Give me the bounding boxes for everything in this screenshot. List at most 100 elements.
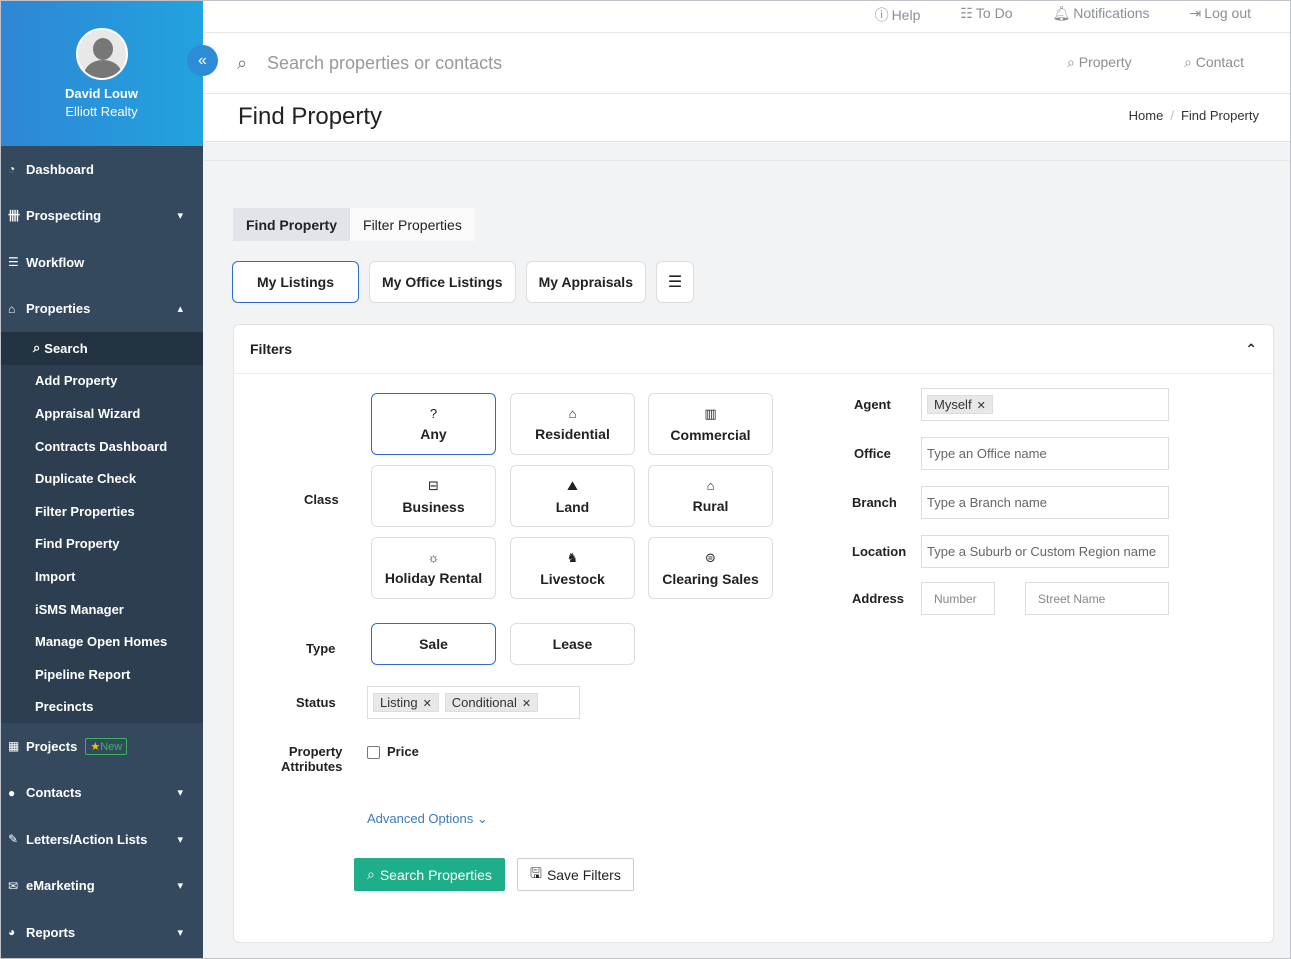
- chevron-down-icon: ▾: [177, 880, 183, 893]
- class-livestock-button[interactable]: ♞ Livestock: [510, 537, 635, 599]
- sidebar: David Louw Elliott Realty ◔ Dashboard 卌 Pr…: [0, 0, 203, 959]
- type-sale-button[interactable]: Sale: [371, 623, 496, 665]
- user-company: Elliott Realty: [65, 104, 138, 119]
- sidebar-item-dashboard[interactable]: ◔ Dashboard: [0, 146, 203, 193]
- top-bar: ⓘ Help ☷ To Do 🔔︎ Notifications ⇥ Log out: [203, 0, 1291, 33]
- chevron-down-icon: ▾: [177, 926, 183, 939]
- sidebar-item-label: Projects: [26, 738, 78, 754]
- sidebar-sub-add-property[interactable]: Add Property: [0, 365, 203, 398]
- class-business-button[interactable]: ⊟ Business: [371, 465, 496, 527]
- pie-chart-icon: ◕: [8, 925, 16, 940]
- sidebar-item-contacts[interactable]: ● Contacts ▾: [0, 770, 203, 817]
- main-content: Find Property Filter Properties My Listi…: [203, 160, 1291, 959]
- search-icon: ⌕: [1184, 54, 1192, 70]
- sidebar-sub-precincts[interactable]: Precincts: [0, 691, 203, 724]
- sidebar-item-prospecting[interactable]: 卌 Prospecting ▾: [0, 193, 203, 240]
- new-badge: ★New: [85, 737, 128, 755]
- my-office-listings-button[interactable]: My Office Listings: [369, 261, 516, 303]
- help-link[interactable]: ⓘ Help: [875, 5, 921, 25]
- remove-icon[interactable]: ✕: [423, 698, 432, 710]
- agent-select[interactable]: Myself ✕: [921, 388, 1169, 421]
- star-icon: ★: [90, 740, 101, 753]
- class-clearing-sales-button[interactable]: ⊜ Clearing Sales: [648, 537, 773, 599]
- sidebar-item-label: Letters/Action Lists: [26, 831, 148, 847]
- logout-link[interactable]: ⇥ Log out: [1190, 5, 1251, 25]
- filters-title: Filters: [250, 341, 293, 357]
- sidebar-item-projects[interactable]: ▦ Projects ★New: [0, 723, 203, 770]
- cow-icon: ♞: [566, 549, 579, 565]
- class-land-button[interactable]: ⛰︎ Land: [510, 465, 635, 527]
- filters-panel: Filters ⌃ Class ? Any ⌂ Residential ▥ Comme…: [233, 324, 1274, 943]
- my-appraisals-button[interactable]: My Appraisals: [525, 261, 646, 303]
- search-properties-button[interactable]: ⌕ Search Properties: [354, 858, 505, 891]
- sidebar-sub-isms-manager[interactable]: iSMS Manager: [0, 593, 203, 626]
- search-property-button[interactable]: ⌕ Property: [1067, 54, 1132, 71]
- user-name: David Louw: [65, 86, 138, 101]
- address-street-input[interactable]: [1025, 582, 1169, 615]
- office-input[interactable]: [921, 437, 1169, 470]
- collapse-sidebar-button[interactable]: «: [187, 45, 218, 76]
- user-icon: ●: [8, 785, 16, 800]
- sidebar-sub-search[interactable]: ⌕ Search: [0, 332, 203, 365]
- avatar[interactable]: [75, 28, 128, 80]
- class-residential-button[interactable]: ⌂ Residential: [510, 393, 635, 455]
- class-holiday-rental-button[interactable]: ☼ Holiday Rental: [371, 537, 496, 599]
- notifications-link[interactable]: 🔔︎ Notifications: [1053, 5, 1150, 25]
- status-select[interactable]: Listing ✕ Conditional ✕: [367, 686, 580, 719]
- checklist-icon: ☷: [960, 5, 973, 21]
- global-search-input[interactable]: [267, 49, 867, 77]
- remove-icon[interactable]: ✕: [977, 400, 986, 412]
- search-icon: ⌕: [237, 53, 248, 73]
- global-search-bar: ⌕ ⌕ Property ⌕ Contact: [203, 33, 1291, 94]
- class-commercial-button[interactable]: ▥ Commercial: [648, 393, 773, 455]
- logout-icon: ⇥: [1189, 5, 1202, 21]
- mountain-icon: ⛰︎: [567, 477, 578, 493]
- search-contact-button[interactable]: ⌕ Contact: [1184, 54, 1244, 71]
- sidebar-sub-filter-properties[interactable]: Filter Properties: [0, 495, 203, 528]
- sidebar-item-letters[interactable]: ✎ Letters/Action Lists ▾: [0, 816, 203, 863]
- tab-filter-properties[interactable]: Filter Properties: [350, 208, 475, 241]
- sidebar-sub-manage-open-homes[interactable]: Manage Open Homes: [0, 625, 203, 658]
- type-lease-button[interactable]: Lease: [510, 623, 635, 665]
- advanced-options-link[interactable]: Advanced Options ⌄: [367, 811, 488, 827]
- agent-tag-myself: Myself ✕: [927, 395, 993, 414]
- sidebar-item-reports[interactable]: ◕ Reports ▾: [0, 909, 203, 956]
- status-tag-conditional: Conditional ✕: [444, 693, 539, 712]
- address-number-input[interactable]: [921, 582, 995, 615]
- sidebar-item-label: Workflow: [26, 254, 85, 270]
- my-listings-button[interactable]: My Listings: [232, 261, 359, 303]
- question-icon: ?: [429, 406, 438, 421]
- price-checkbox[interactable]: [367, 746, 380, 759]
- todo-link[interactable]: ☷ To Do: [960, 5, 1012, 25]
- sidebar-sub-find-property[interactable]: Find Property: [0, 528, 203, 561]
- sun-house-icon: ☼: [427, 550, 440, 565]
- sidebar-sub-import[interactable]: Import: [0, 560, 203, 593]
- chevron-down-icon: ▾: [177, 787, 183, 800]
- sidebar-item-label: Contacts: [26, 785, 82, 801]
- sidebar-sub-duplicate-check[interactable]: Duplicate Check: [0, 462, 203, 495]
- breadcrumb-home[interactable]: Home: [1129, 108, 1164, 123]
- branch-input[interactable]: [921, 486, 1169, 519]
- remove-icon[interactable]: ✕: [522, 698, 531, 710]
- class-any-button[interactable]: ? Any: [371, 393, 496, 455]
- page-header: Find Property Home / Find Property: [203, 94, 1291, 142]
- class-rural-button[interactable]: ⌂ Rural: [648, 465, 773, 527]
- chevron-up-icon[interactable]: ⌃: [1245, 341, 1257, 358]
- search-icon: ⌕: [367, 866, 375, 882]
- location-input[interactable]: [921, 535, 1169, 568]
- user-profile: David Louw Elliott Realty: [0, 0, 203, 146]
- chevron-up-icon: ▴: [177, 303, 183, 316]
- sidebar-sub-contracts-dashboard[interactable]: Contracts Dashboard: [0, 430, 203, 463]
- save-filters-button[interactable]: 🖫︎ Save Filters: [517, 858, 634, 891]
- sidebar-sub-pipeline-report[interactable]: Pipeline Report: [0, 658, 203, 691]
- status-tag-listing: Listing ✕: [373, 693, 439, 712]
- sidebar-item-workflow[interactable]: ☰ Workflow: [0, 239, 203, 286]
- sidebar-item-emarketing[interactable]: ✉ eMarketing ▾: [0, 863, 203, 910]
- info-icon: ⓘ: [874, 7, 889, 23]
- agent-label: Agent: [854, 397, 891, 412]
- tab-find-property[interactable]: Find Property: [233, 208, 351, 241]
- filters-header[interactable]: Filters ⌃: [234, 325, 1273, 374]
- filter-settings-button[interactable]: ☰: [655, 261, 694, 303]
- sidebar-item-properties[interactable]: ⌂ Properties ▴: [0, 285, 203, 332]
- sidebar-sub-appraisal-wizard[interactable]: Appraisal Wizard: [0, 397, 203, 430]
